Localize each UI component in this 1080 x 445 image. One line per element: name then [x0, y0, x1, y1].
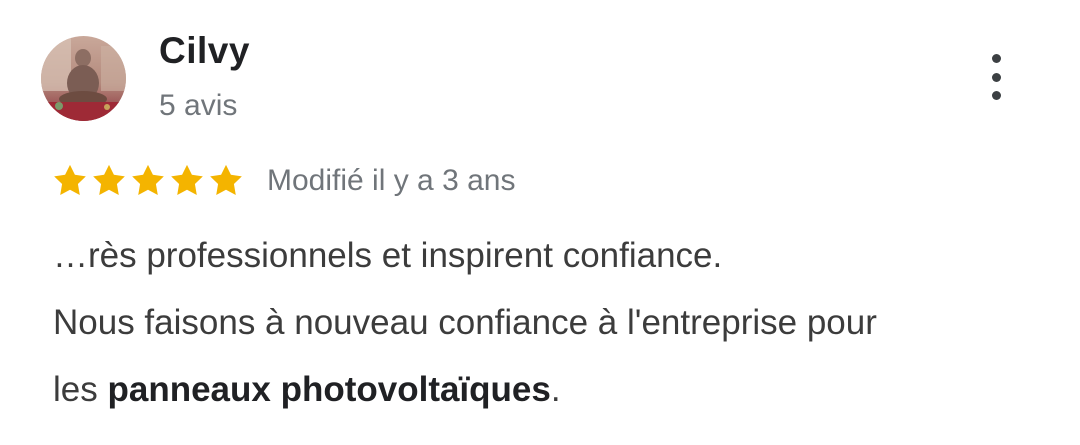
- star-icon: [207, 162, 245, 200]
- review-text-line: Nous faisons à nouveau confiance à l'ent…: [53, 303, 877, 342]
- highlighted-keyword: panneaux photovoltaïques: [107, 370, 551, 409]
- star-icon: [168, 162, 206, 200]
- more-vert-icon: [991, 54, 1001, 63]
- edited-date: Modifié il y a 3 ans: [267, 164, 516, 197]
- star-icon: [51, 162, 89, 200]
- review-count: 5 avis: [159, 89, 238, 122]
- review-text: …rès professionnels et inspirent confian…: [53, 222, 1063, 423]
- review-text-segment: les: [53, 370, 108, 409]
- review-text-line: les panneaux photovoltaïques.: [53, 356, 1063, 423]
- avatar-photo: [41, 36, 126, 121]
- review-text-line: …rès professionnels et inspirent confian…: [53, 236, 723, 275]
- star-icon: [90, 162, 128, 200]
- rating-row: Modifié il y a 3 ans: [51, 160, 515, 202]
- star-icon: [129, 162, 167, 200]
- avatar[interactable]: [41, 36, 126, 121]
- reviewer-name[interactable]: Cilvy: [159, 30, 250, 72]
- star-rating: [51, 162, 245, 200]
- more-options-button[interactable]: [976, 54, 1016, 100]
- review-text-segment: .: [550, 370, 561, 409]
